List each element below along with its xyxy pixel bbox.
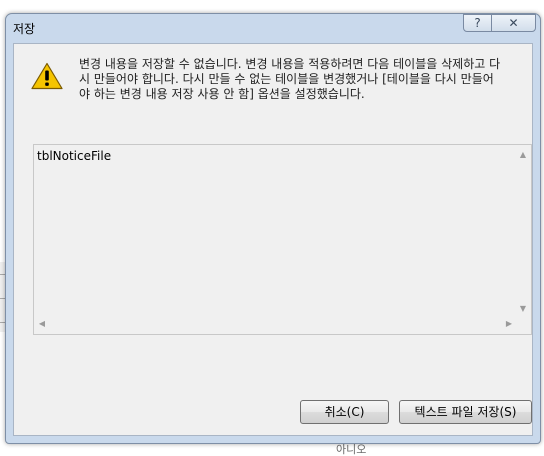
dialog-content: 변경 내용을 저장할 수 없습니다. 변경 내용을 적용하려면 다음 테이블을 … [13, 43, 533, 436]
title-bar: 저장 ? ✕ [6, 14, 540, 42]
warning-icon [31, 62, 63, 90]
scroll-right-arrow-icon[interactable]: ▶ [503, 318, 515, 330]
dialog-title: 저장 [13, 22, 36, 36]
list-item[interactable]: tblNoticeFile [37, 149, 111, 163]
message-line: 야 하는 변경 내용 저장 사용 안 함] 옵션을 설정했습니다. [79, 87, 365, 101]
table-list[interactable]: tblNoticeFile ▲ ▼ ◀ ▶ [33, 144, 532, 335]
error-message: 변경 내용을 저장할 수 없습니다. 변경 내용을 적용하려면 다음 테이블을 … [79, 57, 529, 102]
scroll-down-arrow-icon[interactable]: ▼ [517, 303, 529, 315]
message-line: 변경 내용을 저장할 수 없습니다. 변경 내용을 적용하려면 다음 테이블을 … [79, 57, 501, 71]
close-button[interactable]: ✕ [491, 14, 536, 32]
message-line: 시 만들어야 합니다. 다시 만들 수 없는 테이블을 변경했거나 [테이블을 … [79, 72, 494, 86]
background-partial-text: 아니오 [336, 443, 367, 456]
help-button[interactable]: ? [463, 14, 492, 32]
scroll-left-arrow-icon[interactable]: ◀ [36, 318, 48, 330]
cancel-button[interactable]: 취소(C) [300, 400, 389, 424]
save-dialog: 저장 ? ✕ 변경 내용을 저장할 수 없습니다. 변경 내용을 적용하려면 다… [5, 13, 541, 444]
scroll-up-arrow-icon[interactable]: ▲ [517, 149, 529, 161]
save-text-file-button[interactable]: 텍스트 파일 저장(S) [399, 400, 532, 424]
